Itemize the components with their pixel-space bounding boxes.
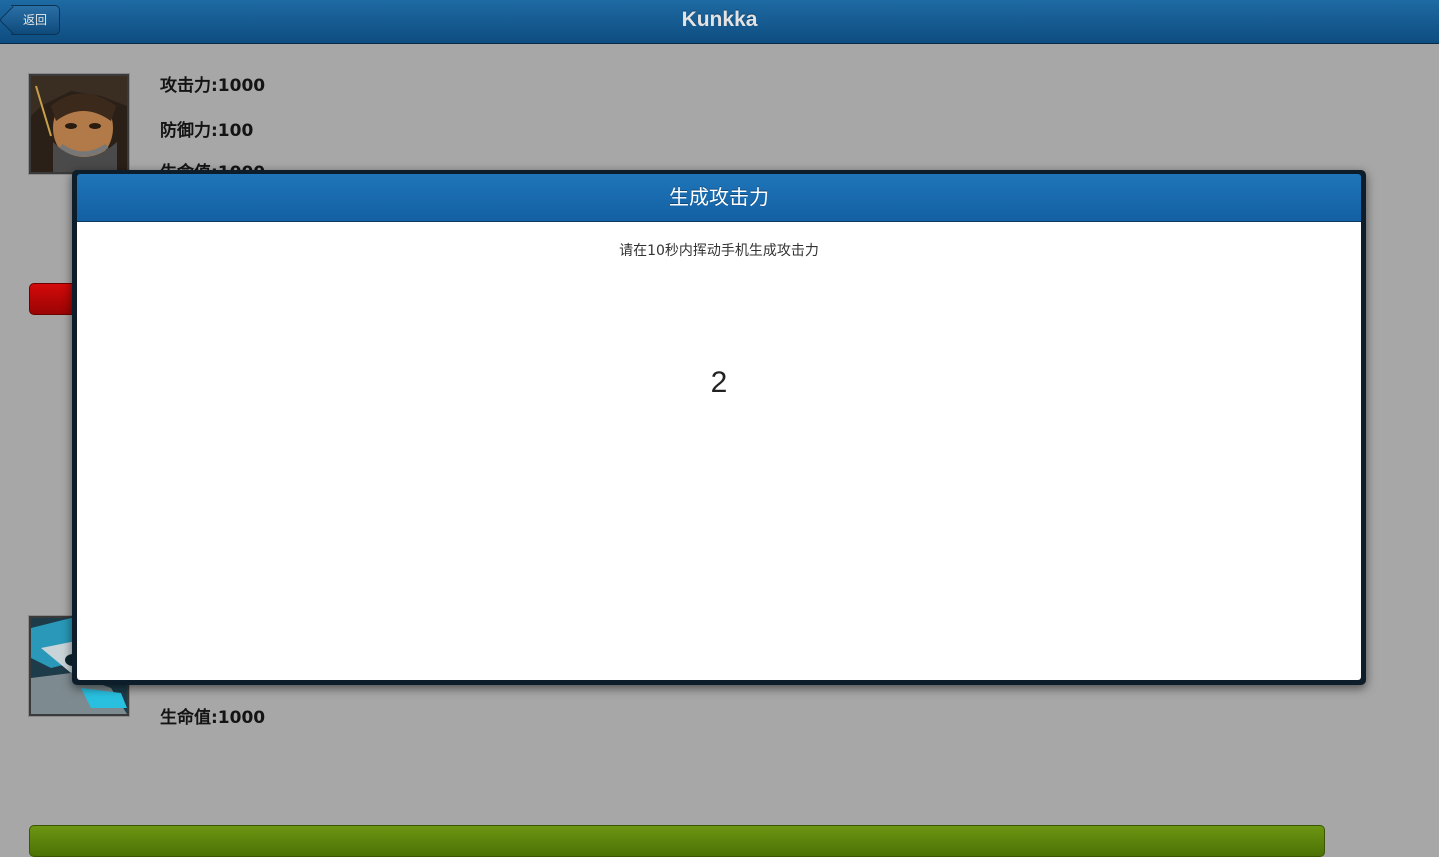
countdown-timer: 2 — [710, 366, 728, 399]
dialog-instruction: 请在10秒内挥动手机生成攻击力 — [619, 243, 819, 259]
hero-1-defense: 防御力:100 — [160, 121, 254, 141]
dialog-body: 请在10秒内挥动手机生成攻击力 2 — [77, 222, 1361, 680]
hero-1-attack: 攻击力:1000 — [160, 76, 266, 96]
dialog-title: 生成攻击力 — [77, 174, 1361, 222]
navbar: 返回 Kunkka — [0, 0, 1439, 44]
hero-2-hp: 生命值:1000 — [160, 708, 266, 728]
generate-attack-dialog: 生成攻击力 请在10秒内挥动手机生成攻击力 2 — [72, 170, 1366, 685]
hero-2-hp-bar — [29, 825, 1325, 857]
kunkka-portrait-icon — [28, 73, 130, 175]
page-title: Kunkka — [681, 8, 758, 31]
